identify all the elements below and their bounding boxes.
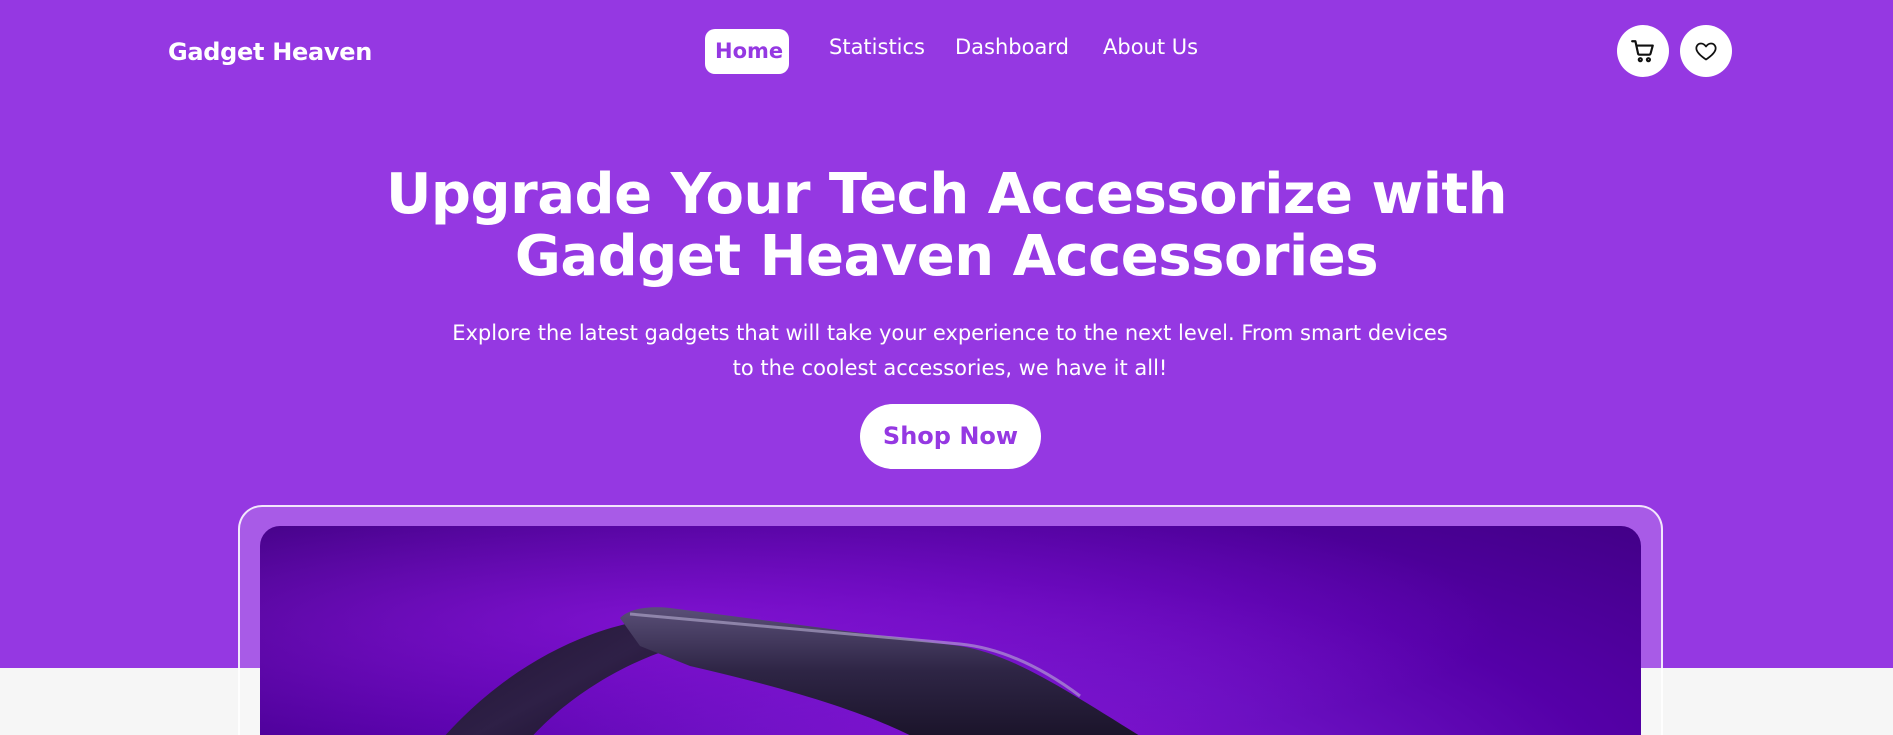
hero-subtitle: Explore the latest gadgets that will tak… (452, 321, 1448, 380)
nav-link-about-us[interactable]: About Us (1103, 29, 1198, 74)
hero-title: Upgrade Your Tech Accessorize with Gadge… (385, 162, 1508, 289)
banner-image (260, 526, 1641, 735)
nav-link-statistics[interactable]: Statistics (829, 29, 925, 74)
navbar: Gadget Heaven Home Statistics Dashboard … (0, 0, 1893, 104)
heart-icon (1695, 42, 1717, 61)
shop-now-button[interactable]: Shop Now (860, 404, 1041, 469)
wishlist-button[interactable] (1680, 25, 1732, 77)
vr-headset-image (260, 526, 1641, 735)
nav-link-home[interactable]: Home (705, 29, 789, 74)
cart-icon (1631, 40, 1654, 63)
nav-link-dashboard[interactable]: Dashboard (955, 29, 1069, 74)
brand-logo[interactable]: Gadget Heaven (168, 38, 372, 66)
cart-button[interactable] (1617, 25, 1669, 77)
